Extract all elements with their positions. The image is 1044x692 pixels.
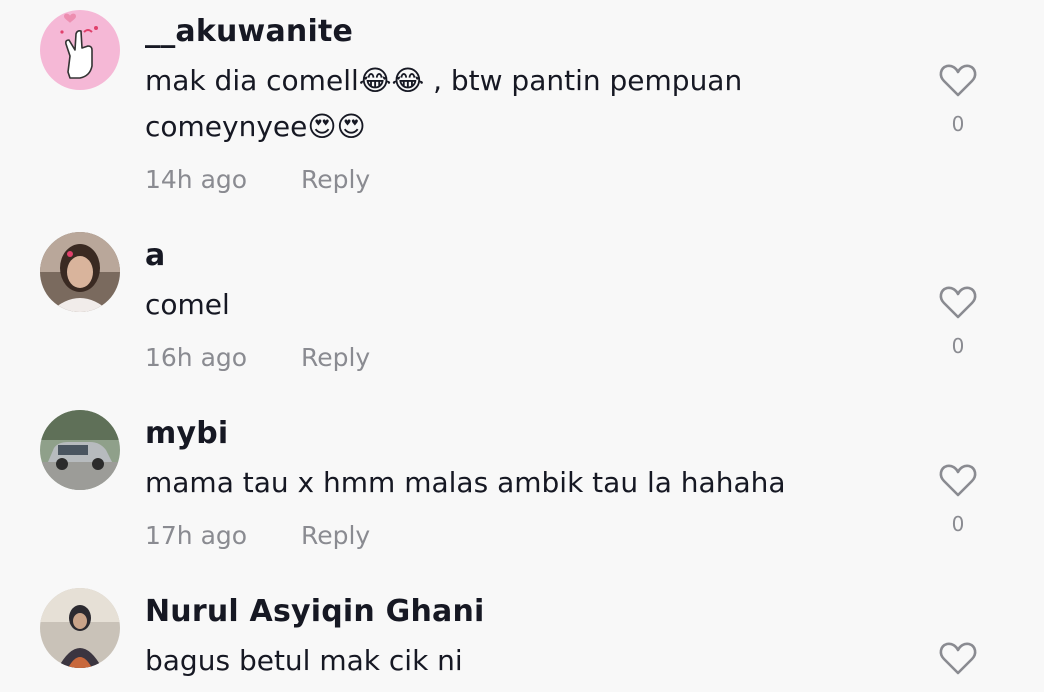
like-container: 0 [934,284,982,358]
timestamp: 14h ago [145,165,248,194]
reply-button[interactable]: Reply [301,521,370,550]
like-container [934,640,982,676]
heart-icon[interactable] [938,284,978,320]
comment-text: mama tau x hmm malas ambik tau la hahaha [145,466,786,499]
user-photo [40,588,120,668]
comment-meta: 16h ago Reply [145,343,370,372]
comment-text: mak dia comell😂😂 , btw pantin pempuan co… [145,64,743,143]
comment-meta: 14h ago Reply [145,165,370,194]
car-photo [40,410,120,490]
heart-icon[interactable] [938,62,978,98]
user-photo [40,232,120,312]
heart-icon[interactable] [938,640,978,676]
avatar[interactable] [40,588,120,668]
comments-list: __akuwanite mak dia comell😂😂 , btw panti… [0,0,1044,692]
username[interactable]: a [145,238,165,273]
comment-meta: 17h ago Reply [145,521,370,550]
avatar[interactable] [40,410,120,490]
username[interactable]: __akuwanite [145,14,353,49]
comment-text: bagus betul mak cik ni [145,644,463,677]
like-container: 0 [934,462,982,536]
like-count: 0 [951,112,965,136]
avatar[interactable] [40,10,120,90]
avatar[interactable] [40,232,120,312]
comment-text: comel [145,288,230,321]
reply-button[interactable]: Reply [301,165,370,194]
finger-heart-icon [40,10,120,90]
like-count: 0 [951,512,965,536]
timestamp: 17h ago [145,521,248,550]
timestamp: 16h ago [145,343,248,372]
username[interactable]: mybi [145,416,228,451]
heart-icon[interactable] [938,462,978,498]
like-container: 0 [934,62,982,136]
username[interactable]: Nurul Asyiqin Ghani [145,594,484,629]
reply-button[interactable]: Reply [301,343,370,372]
like-count: 0 [951,334,965,358]
